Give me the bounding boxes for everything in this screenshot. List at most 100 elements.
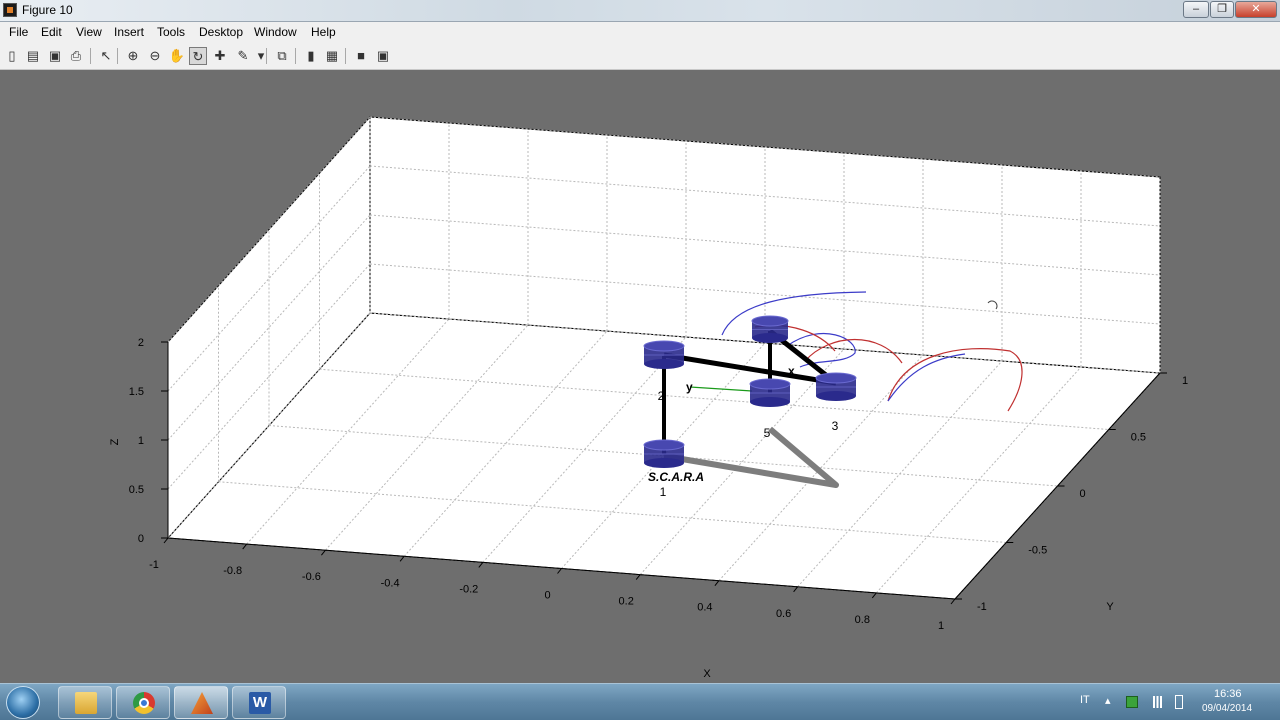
save-icon[interactable]: ▣ bbox=[46, 47, 64, 65]
legend-icon[interactable]: ▦ bbox=[323, 47, 341, 65]
x-tick-mark bbox=[714, 580, 720, 587]
show-hidden-icons-chevron[interactable]: ▴ bbox=[1105, 694, 1111, 707]
x-tick-mark bbox=[163, 537, 169, 544]
menu-window[interactable]: Window bbox=[254, 25, 297, 39]
figure-canvas[interactable]: -1 -0.8 -0.6 -0.4 -0.2 0 0.2 0.4 0.6 0.8 1 -1 -0.5 0 0… bbox=[0, 71, 1280, 683]
open-file-icon[interactable]: ▤ bbox=[24, 47, 42, 65]
joint-label: 1 bbox=[660, 485, 667, 499]
minimize-button[interactable]: – bbox=[1183, 1, 1209, 18]
menu-file[interactable]: File bbox=[9, 25, 28, 39]
x-tick-label: -0.2 bbox=[459, 583, 478, 595]
plot-3d[interactable]: -1 -0.8 -0.6 -0.4 -0.2 0 0.2 0.4 0.6 0.8 1 -1 -0.5 0 0… bbox=[0, 71, 1280, 683]
x-tick-mark bbox=[635, 574, 641, 580]
z-tick-label: 1 bbox=[138, 435, 144, 447]
menu-insert[interactable]: Insert bbox=[114, 25, 144, 39]
toolbar-separator bbox=[117, 48, 118, 64]
toolbar-separator bbox=[266, 48, 267, 64]
x-tick-mark bbox=[478, 562, 484, 568]
joint-5-cylinder bbox=[749, 378, 791, 407]
taskbar-chrome-button[interactable] bbox=[116, 686, 170, 719]
menu-desktop[interactable]: Desktop bbox=[199, 25, 243, 39]
toolbar-separator bbox=[345, 48, 346, 64]
y-tick-label: -0.5 bbox=[1028, 545, 1047, 557]
x-tick-label: -0.6 bbox=[302, 571, 321, 583]
window-title: Figure 10 bbox=[22, 3, 73, 17]
joint-end-effector-cylinder bbox=[751, 315, 789, 343]
frame-x-label: x bbox=[788, 364, 795, 378]
taskbar-word-button[interactable]: W bbox=[232, 686, 286, 719]
menu-tools[interactable]: Tools bbox=[157, 25, 185, 39]
menu-edit[interactable]: Edit bbox=[41, 25, 62, 39]
y-tick-label: 1 bbox=[1182, 375, 1188, 387]
x-tick-label: 0.4 bbox=[697, 602, 712, 614]
colorbar-icon[interactable]: ▮ bbox=[302, 47, 320, 65]
figure-toolbar: ▯ ▤ ▣ ⎙ ↖ ⊕ ⊖ ✋ ↻ ✚ ✎ ▾ ⧉ ▮ ▦ ■ ▣ bbox=[0, 43, 1280, 70]
pan-hand-icon[interactable]: ✋ bbox=[168, 47, 186, 65]
joint-3-cylinder bbox=[815, 372, 857, 401]
zoom-out-icon[interactable]: ⊖ bbox=[146, 47, 164, 65]
rotate-3d-icon[interactable]: ↻ bbox=[189, 47, 207, 65]
matlab-icon bbox=[191, 692, 213, 714]
x-tick-mark bbox=[242, 543, 248, 550]
joint-label: 5 bbox=[764, 426, 771, 440]
x-tick-label: 1 bbox=[938, 620, 944, 632]
zoom-in-icon[interactable]: ⊕ bbox=[124, 47, 142, 65]
joint-label: 2 bbox=[658, 389, 665, 403]
x-axis-label: X bbox=[703, 668, 711, 680]
x-tick-label: 0.8 bbox=[855, 614, 870, 626]
menu-bar: File Edit View Insert Tools Desktop Window Help bbox=[0, 22, 1280, 43]
taskbar-explorer-button[interactable] bbox=[58, 686, 112, 719]
hide-plot-tools-icon[interactable]: ■ bbox=[352, 47, 370, 65]
x-tick-label: 0.6 bbox=[776, 608, 791, 620]
robot-name-label: S.C.A.R.A bbox=[648, 470, 704, 484]
x-tick-label: -0.4 bbox=[381, 577, 400, 589]
window-titlebar: Figure 10 – ❐ ✕ bbox=[0, 0, 1280, 22]
start-button[interactable] bbox=[6, 686, 40, 719]
menu-view[interactable]: View bbox=[76, 25, 102, 39]
toolbar-separator bbox=[90, 48, 91, 64]
x-tick-label: 0.2 bbox=[619, 596, 634, 608]
show-plot-tools-icon[interactable]: ▣ bbox=[374, 47, 392, 65]
network-status-icon[interactable] bbox=[1126, 696, 1138, 708]
y-tick-label: 0 bbox=[1080, 488, 1086, 500]
link-plot-icon[interactable]: ⧉ bbox=[273, 47, 291, 65]
taskbar-matlab-button[interactable] bbox=[174, 686, 228, 719]
x-tick-label: 0 bbox=[544, 590, 550, 602]
z-tick-label: 0.5 bbox=[129, 484, 144, 496]
x-tick-mark bbox=[871, 592, 877, 599]
clock-time[interactable]: 16:36 bbox=[1214, 688, 1242, 700]
word-icon: W bbox=[249, 692, 271, 714]
chrome-icon bbox=[133, 692, 155, 714]
brush-icon[interactable]: ✎ bbox=[234, 47, 252, 65]
x-tick-label: -0.8 bbox=[223, 565, 242, 577]
battery-icon[interactable] bbox=[1175, 695, 1183, 709]
x-tick-mark bbox=[793, 586, 798, 593]
brush-dropdown-icon[interactable]: ▾ bbox=[252, 47, 270, 65]
x-tick-mark bbox=[399, 555, 405, 562]
close-button[interactable]: ✕ bbox=[1235, 1, 1277, 18]
folder-icon bbox=[75, 692, 97, 714]
new-figure-icon[interactable]: ▯ bbox=[3, 47, 21, 65]
x-tick-mark bbox=[950, 598, 956, 605]
z-tick-label: 2 bbox=[138, 337, 144, 349]
x-tick-label: -1 bbox=[149, 559, 159, 571]
z-axis-label: Z bbox=[109, 438, 121, 445]
joint-1-cylinder bbox=[643, 439, 685, 468]
clock-date[interactable]: 09/04/2014 bbox=[1202, 703, 1252, 714]
windows-taskbar: W IT ▴ 16:36 09/04/2014 bbox=[0, 683, 1280, 720]
data-cursor-icon[interactable]: ✚ bbox=[211, 47, 229, 65]
y-axis-label: Y bbox=[1106, 601, 1114, 613]
language-indicator[interactable]: IT bbox=[1080, 694, 1090, 706]
x-tick-mark bbox=[321, 549, 326, 556]
menu-help[interactable]: Help bbox=[311, 25, 336, 39]
joint-label: 3 bbox=[832, 419, 839, 433]
maximize-button[interactable]: ❐ bbox=[1210, 1, 1234, 18]
joint-2-cylinder bbox=[643, 340, 685, 369]
toolbar-separator bbox=[295, 48, 296, 64]
print-icon[interactable]: ⎙ bbox=[67, 47, 85, 65]
z-tick-label: 1.5 bbox=[129, 386, 144, 398]
z-tick-label: 0 bbox=[138, 533, 144, 545]
matlab-figure-icon bbox=[3, 3, 17, 17]
select-arrow-icon[interactable]: ↖ bbox=[97, 47, 115, 65]
signal-icon[interactable] bbox=[1150, 696, 1164, 708]
